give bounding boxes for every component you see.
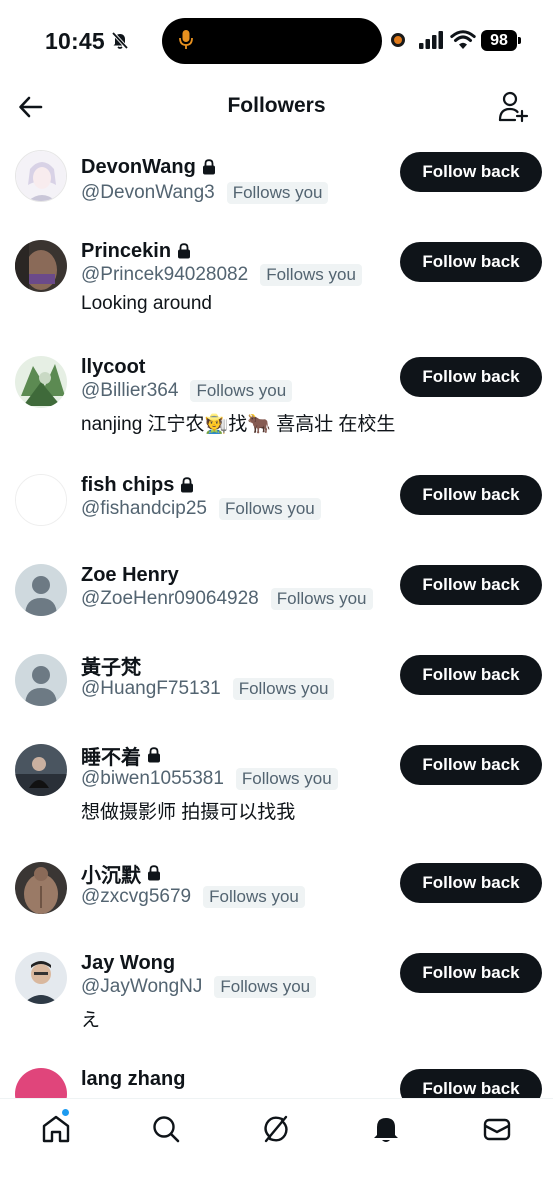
lock-icon <box>181 477 194 493</box>
avatar[interactable] <box>15 1068 67 1098</box>
follower-row[interactable]: lang zhang Follow back <box>0 1066 553 1098</box>
dynamic-island <box>162 18 382 64</box>
recording-indicator <box>391 33 405 47</box>
follower-handle: @fishandcip25 <box>81 498 207 519</box>
follow-back-button[interactable]: Follow back <box>400 475 542 515</box>
follow-back-button[interactable]: Follow back <box>400 242 542 282</box>
follower-name[interactable]: llycoot <box>81 356 145 379</box>
follows-you-badge: Follows you <box>270 588 373 610</box>
follower-name[interactable]: fish chips <box>81 474 174 497</box>
follower-name[interactable]: lang zhang <box>81 1068 185 1091</box>
follower-handle: @JayWongNJ <box>81 976 203 997</box>
follow-back-button[interactable]: Follow back <box>400 357 542 397</box>
follower-handle: @biwen1055381 <box>81 768 224 789</box>
follower-handle: @zxcvg5679 <box>81 886 192 907</box>
follow-back-button[interactable]: Follow back <box>400 745 542 785</box>
follower-row[interactable]: fish chips @fishandcip25 Follows you Fol… <box>0 472 553 552</box>
follower-name[interactable]: DevonWang <box>81 156 196 179</box>
follower-row[interactable]: Jay Wong @JayWongNJ Follows you え Follow… <box>0 950 553 1058</box>
bottom-nav <box>0 1098 553 1200</box>
avatar[interactable] <box>15 952 67 1004</box>
follows-you-badge: Follows you <box>214 976 317 998</box>
follows-you-badge: Follows you <box>226 182 329 204</box>
page-title: Followers <box>227 94 326 117</box>
avatar[interactable] <box>15 240 67 292</box>
follower-row[interactable]: DevonWang @DevonWang3 Follows you Follow… <box>0 148 553 228</box>
lock-icon <box>202 159 215 175</box>
follower-handle: @Princek94028082 <box>81 264 249 285</box>
follow-back-button[interactable]: Follow back <box>400 953 542 993</box>
avatar[interactable] <box>15 744 67 796</box>
follower-handle: @Billier364 <box>81 380 179 401</box>
follower-name[interactable]: Zoe Henry <box>81 564 179 587</box>
avatar[interactable] <box>15 474 67 526</box>
follower-bio: nanjing 江宁农🧑‍🌾找🐂 喜高壮 在校生 <box>81 414 396 435</box>
wifi-icon <box>450 30 476 49</box>
lock-icon <box>148 747 160 763</box>
follows-you-badge: Follows you <box>260 264 362 286</box>
follows-you-badge: Follows you <box>218 498 321 520</box>
follow-back-button[interactable]: Follow back <box>400 655 542 695</box>
grok-icon[interactable] <box>260 1113 292 1145</box>
follows-you-badge: Follows you <box>190 380 293 402</box>
follows-you-badge: Follows you <box>232 678 335 700</box>
follower-handle: @HuangF75131 <box>81 678 221 699</box>
cellular-signal-icon <box>419 31 443 49</box>
follow-back-button[interactable]: Follow back <box>400 565 542 605</box>
add-user-icon[interactable] <box>498 90 530 124</box>
follower-row[interactable]: llycoot @Billier364 Follows you nanjing … <box>0 354 553 462</box>
follower-row[interactable]: Princekin @Princek94028082 Follows you L… <box>0 238 553 346</box>
follow-back-button[interactable]: Follow back <box>400 863 542 903</box>
follow-back-button[interactable]: Follow back <box>400 152 542 192</box>
notifications-icon[interactable] <box>370 1113 402 1145</box>
follower-row[interactable]: 睡不着 @biwen1055381 Follows you 想做摄影师 拍摄可以… <box>0 742 553 850</box>
header: Followers <box>0 80 553 136</box>
follower-row[interactable]: Zoe Henry @ZoeHenr09064928 Follows you F… <box>0 562 553 642</box>
follower-row[interactable]: 黃子梵 @HuangF75131 Follows you Follow back <box>0 652 553 732</box>
battery-tip <box>518 37 521 44</box>
search-icon[interactable] <box>150 1113 182 1145</box>
avatar[interactable] <box>15 150 67 202</box>
lock-icon <box>148 865 160 881</box>
notification-dot <box>61 1108 70 1117</box>
follower-bio: え <box>81 1010 101 1031</box>
bell-slash-icon <box>111 31 129 50</box>
microphone-icon <box>179 30 193 49</box>
follower-name[interactable]: Princekin <box>81 240 171 263</box>
follower-row[interactable]: 小沉默 @zxcvg5679 Follows you Follow back <box>0 860 553 940</box>
follower-handle: @DevonWang3 <box>81 182 215 203</box>
follows-you-badge: Follows you <box>235 768 338 790</box>
follow-back-button[interactable]: Follow back <box>400 1069 542 1098</box>
lock-icon <box>178 243 191 259</box>
avatar[interactable] <box>15 862 67 914</box>
avatar[interactable] <box>15 654 67 706</box>
avatar[interactable] <box>15 356 67 408</box>
follows-you-badge: Follows you <box>203 886 305 908</box>
avatar[interactable] <box>15 564 67 616</box>
follower-name[interactable]: Jay Wong <box>81 952 175 975</box>
battery-indicator: 98 <box>481 30 517 51</box>
follower-bio: 想做摄影师 拍摄可以找我 <box>81 802 296 823</box>
follower-bio: Looking around <box>81 293 212 314</box>
follower-handle: @ZoeHenr09064928 <box>81 588 259 609</box>
messages-icon[interactable] <box>481 1113 513 1145</box>
followers-list[interactable]: DevonWang @DevonWang3 Follows you Follow… <box>0 140 553 1098</box>
status-time: 10:45 <box>45 28 105 54</box>
home-icon[interactable] <box>40 1113 72 1145</box>
status-bar: 10:45 98 <box>0 0 553 80</box>
